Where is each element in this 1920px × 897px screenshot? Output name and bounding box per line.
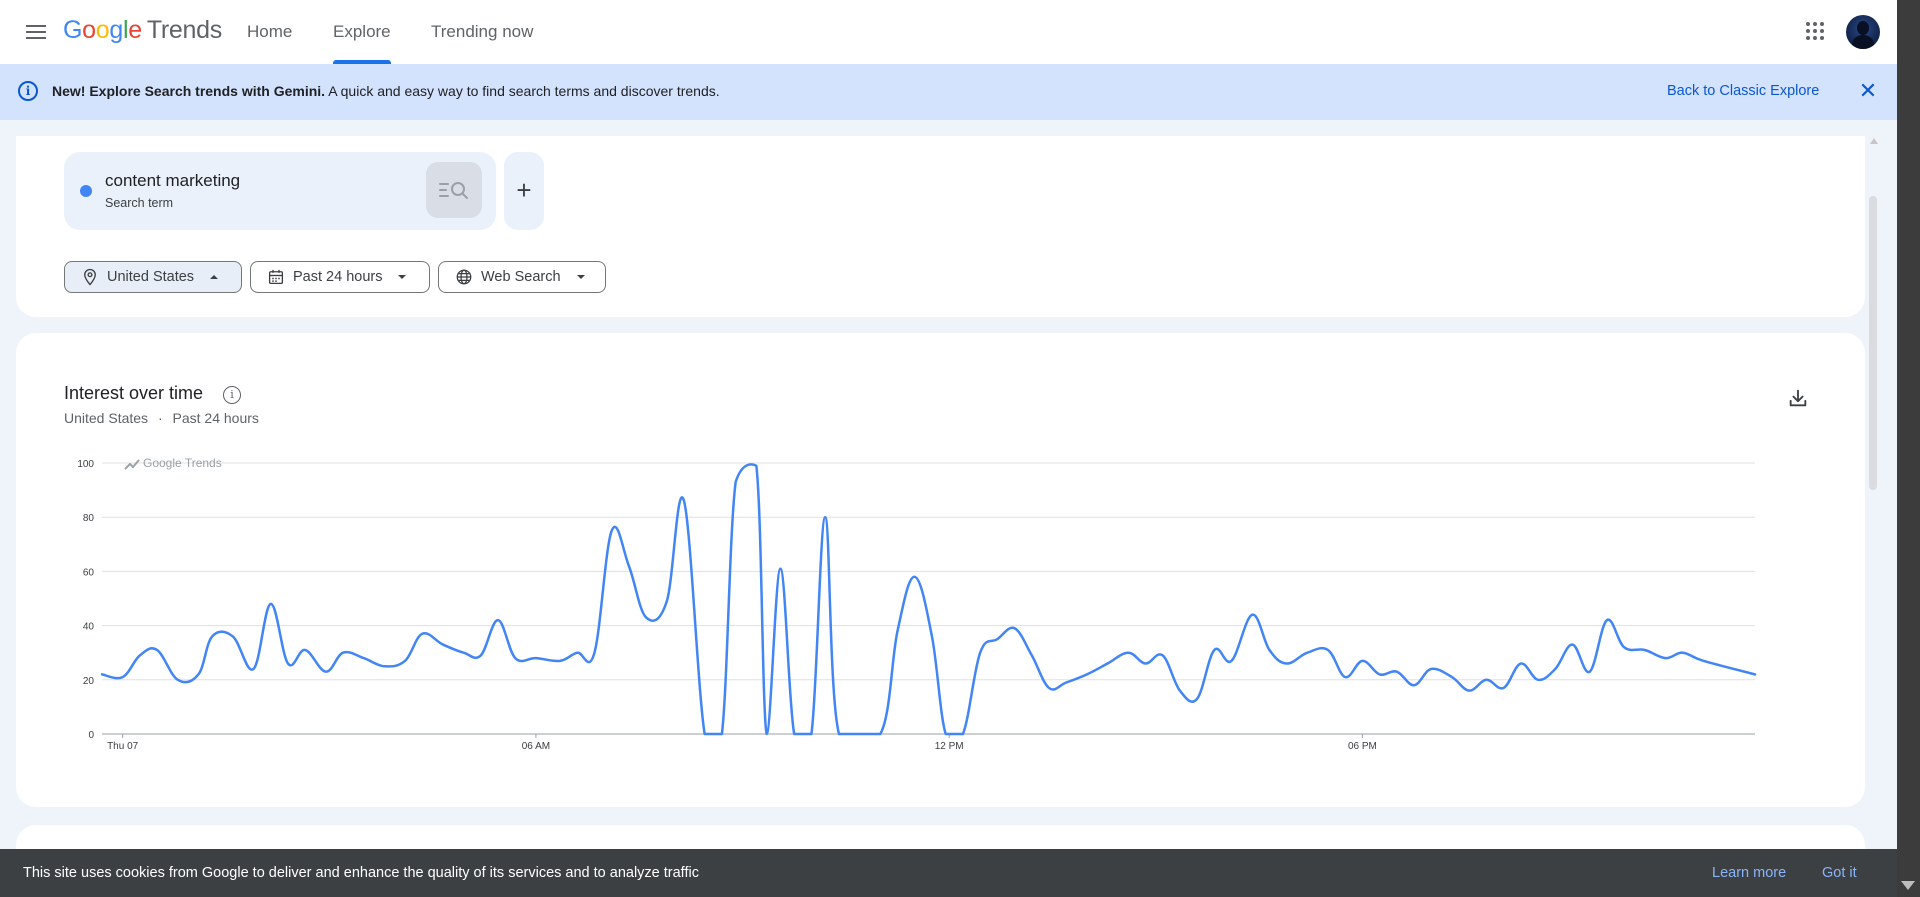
page-content: content marketing Search term + United S…: [0, 120, 1897, 897]
caret-up-icon: [210, 275, 219, 279]
info-icon: i: [18, 81, 38, 101]
y-tick-label: 60: [83, 567, 95, 578]
google-trends-logo[interactable]: Google Trends: [63, 16, 222, 45]
gemini-banner: i New! Explore Search trends with Gemini…: [0, 64, 1897, 120]
property-filter-label: Web Search: [481, 269, 561, 285]
caret-down-icon: [398, 275, 407, 279]
cookie-banner: This site uses cookies from Google to de…: [0, 849, 1897, 897]
browser-side-panel: [1897, 0, 1920, 897]
interest-line-chart: 0 20 40 60 80 100 Thu 07 06 AM 12 PM 06 PM Google …: [77, 456, 1757, 752]
x-tick-label: 06 AM: [522, 741, 550, 752]
interest-over-time-card: Interest over time i United States · Pas…: [16, 333, 1865, 807]
y-tick-label: 100: [77, 459, 94, 470]
scrollbar-thumb[interactable]: [1869, 196, 1877, 490]
apps-grid-icon[interactable]: [1804, 20, 1826, 42]
region-filter-dropdown[interactable]: United States: [64, 261, 242, 293]
series-color-dot: [80, 185, 92, 197]
region-filter-label: United States: [107, 269, 195, 285]
globe-icon: [456, 269, 472, 285]
google-trends-watermark: Google Trends: [143, 456, 222, 470]
banner-bold-text: New! Explore Search trends with Gemini.: [52, 83, 326, 99]
search-terms-card: content marketing Search term + United S…: [16, 136, 1865, 317]
cookie-message: This site uses cookies from Google to de…: [23, 865, 699, 881]
scroll-down-arrow[interactable]: [1901, 881, 1915, 890]
y-tick-label: 80: [83, 513, 95, 524]
banner-text: A quick and easy way to find search term…: [325, 83, 720, 99]
got-it-button[interactable]: Got it: [1822, 865, 1857, 881]
add-search-term-button[interactable]: +: [504, 152, 544, 230]
series-line-content-marketing: [100, 463, 1757, 736]
learn-more-link[interactable]: Learn more: [1712, 865, 1786, 881]
nav-tab-trending-now[interactable]: Trending now: [431, 0, 533, 64]
menu-icon[interactable]: [20, 18, 52, 46]
search-term-name[interactable]: content marketing: [105, 171, 240, 191]
nav-tab-home[interactable]: Home: [247, 0, 292, 64]
search-term-chip[interactable]: content marketing Search term: [64, 152, 496, 230]
y-tick-label: 40: [83, 622, 95, 633]
top-app-bar: Google Trends Home Explore Trending now: [0, 0, 1897, 64]
list-search-icon: [439, 182, 468, 199]
scroll-up-arrow[interactable]: [1870, 138, 1878, 144]
caret-down-icon: [576, 275, 585, 279]
back-to-classic-link[interactable]: Back to Classic Explore: [1667, 83, 1819, 99]
search-term-type: Search term: [105, 196, 174, 210]
y-tick-label: 0: [88, 730, 94, 741]
location-pin-icon: [84, 268, 96, 286]
time-filter-label: Past 24 hours: [293, 269, 383, 285]
trend-watermark-icon: [124, 459, 140, 470]
close-icon[interactable]: ✕: [1858, 80, 1878, 102]
x-tick-label: 06 PM: [1348, 741, 1377, 752]
calendar-icon: [268, 269, 284, 285]
account-avatar[interactable]: [1846, 15, 1880, 49]
banner-message: New! Explore Search trends with Gemini. …: [52, 83, 720, 99]
y-tick-label: 20: [83, 676, 95, 687]
nav-tab-explore[interactable]: Explore: [333, 0, 391, 64]
property-filter-dropdown[interactable]: Web Search: [438, 261, 606, 293]
time-filter-dropdown[interactable]: Past 24 hours: [250, 261, 430, 293]
x-tick-label: 12 PM: [935, 741, 964, 752]
x-tick-label: Thu 07: [107, 741, 139, 752]
search-term-options-button[interactable]: [426, 162, 482, 218]
